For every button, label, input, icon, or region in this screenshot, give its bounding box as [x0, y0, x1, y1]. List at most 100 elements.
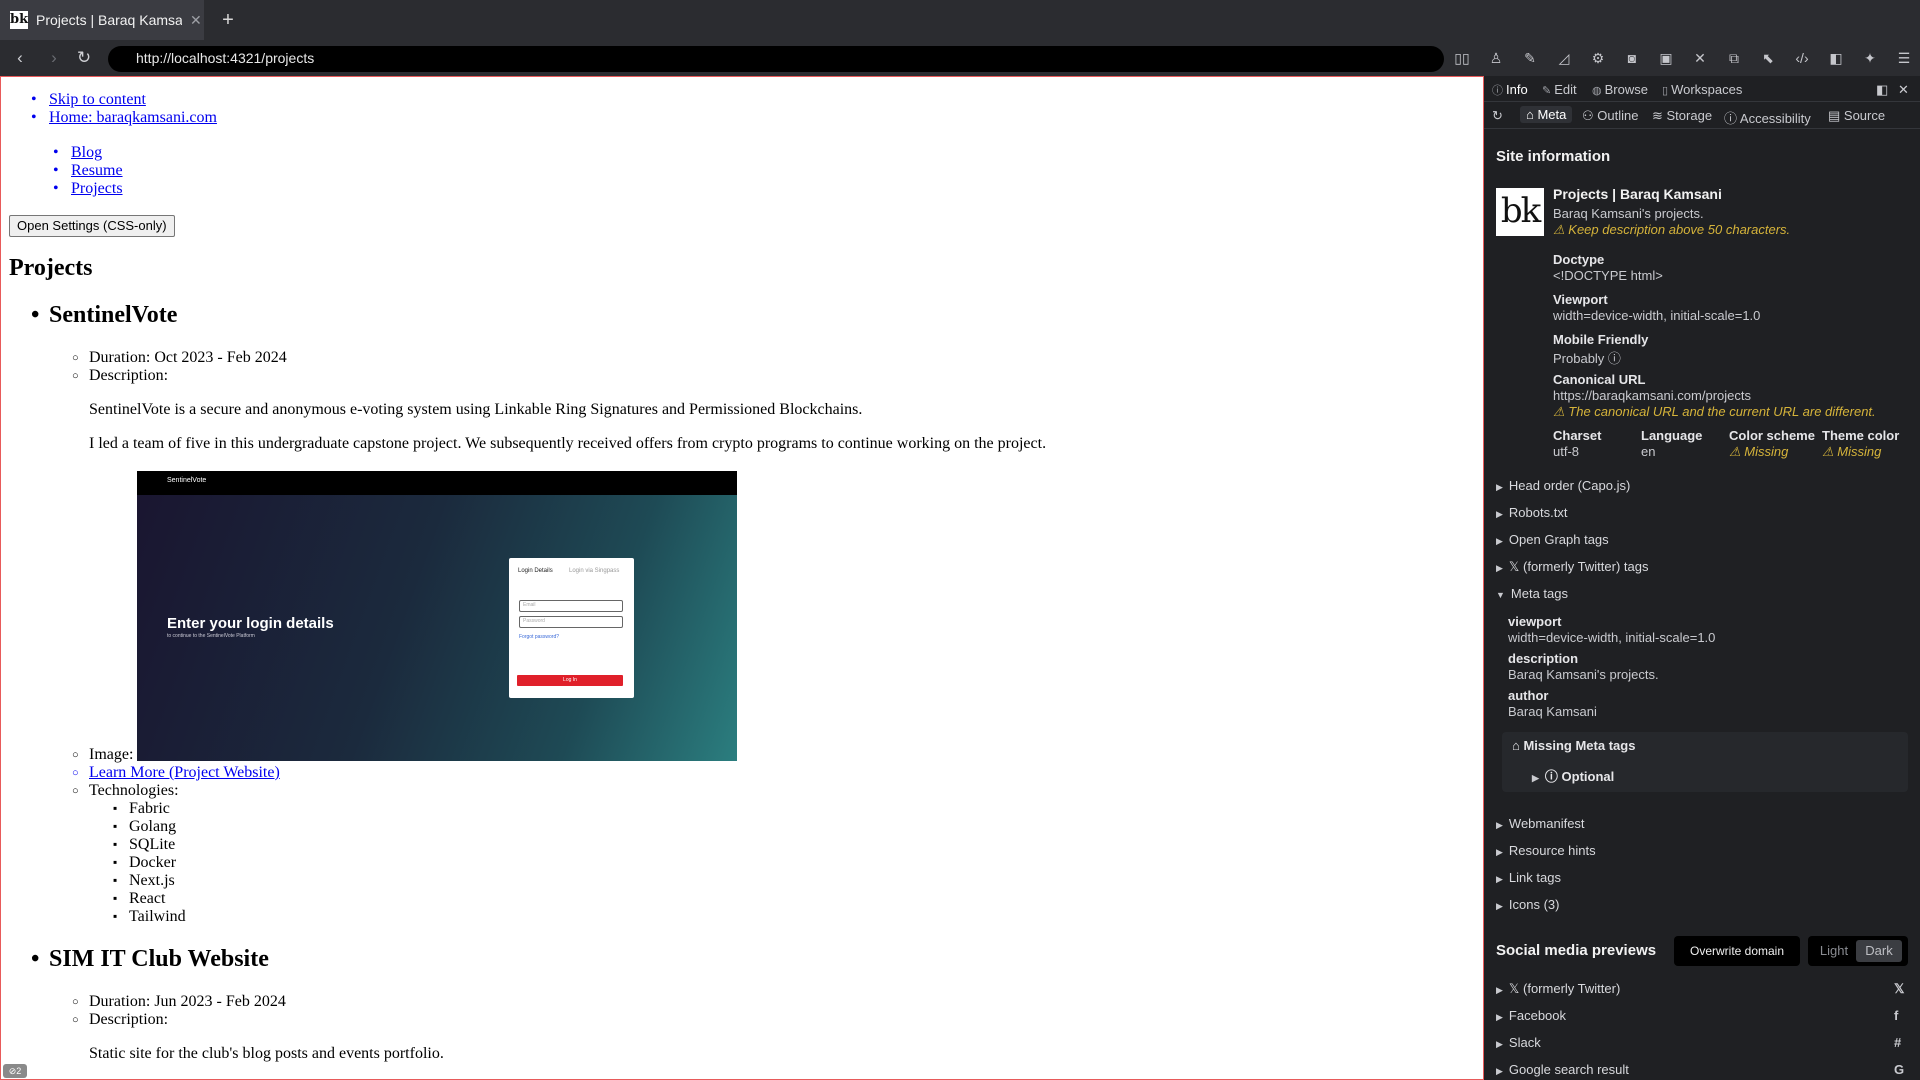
project-website-link[interactable]: Learn More (Project Website) — [72, 764, 280, 782]
image-topbar — [137, 471, 737, 495]
new-tab-button[interactable]: + — [214, 6, 242, 34]
mobile-friendly-text: Probably — [1553, 351, 1605, 366]
open-settings-button[interactable]: Open Settings (CSS-only) — [9, 215, 175, 237]
picker-icon[interactable]: ⬉ — [1756, 46, 1780, 70]
section-robots[interactable]: ▶ Robots.txt — [1496, 505, 1567, 520]
project-duration: Duration: Oct 2023 - Feb 2024 — [72, 349, 287, 367]
section-twitter-tags[interactable]: ▶ 𝕏 (formerly Twitter) tags — [1496, 559, 1648, 575]
social-google[interactable]: ▶ Google search result — [1496, 1062, 1629, 1077]
reload-button[interactable]: ↻ — [72, 46, 96, 70]
globe-icon: ◍ — [1592, 85, 1602, 97]
x-icon: 𝕏 — [1894, 981, 1905, 996]
code-icon[interactable]: ‹/› — [1790, 46, 1814, 70]
accessibility-icon: ⓘ — [1724, 111, 1740, 126]
theme-toggle: Light Dark — [1808, 936, 1908, 966]
optional-label: Optional — [1561, 769, 1615, 784]
social-slack[interactable]: ▶ Slack — [1496, 1035, 1541, 1050]
tab-browse[interactable]: ◍ Browse — [1592, 82, 1648, 97]
image-password-field: Password — [519, 616, 623, 628]
address-bar[interactable]: http://localhost:4321/projects — [108, 46, 1444, 72]
url-text[interactable]: http://localhost:4321/projects — [136, 50, 314, 66]
meta-tag-value: Baraq Kamsani — [1508, 704, 1597, 719]
technologies-label: Technologies: — [72, 782, 178, 800]
caret-right-icon: ▶ — [1496, 847, 1503, 857]
browser-tab[interactable]: bk Projects | Baraq Kamsani ✕ — [0, 0, 204, 40]
profile-icon[interactable]: ♙ — [1484, 46, 1508, 70]
sidebar-icon[interactable]: ◧ — [1824, 46, 1848, 70]
meta-tag-value: width=device-width, initial-scale=1.0 — [1508, 630, 1716, 645]
nav-resume-link[interactable]: Resume — [53, 162, 122, 180]
social-twitter[interactable]: ▶ 𝕏 (formerly Twitter) — [1496, 981, 1620, 997]
back-button[interactable]: ‹ — [8, 46, 32, 70]
section-head-order[interactable]: ▶ Head order (Capo.js) — [1496, 478, 1630, 493]
caret-right-icon: ▶ — [1496, 1039, 1503, 1049]
section-webmanifest[interactable]: ▶ Webmanifest — [1496, 816, 1585, 831]
reader-icon[interactable]: ▯▯ — [1450, 46, 1474, 70]
devices-icon[interactable]: ⧉ — [1722, 46, 1746, 70]
project-description-label: Description: — [72, 367, 168, 385]
skip-link[interactable]: Skip to content — [31, 91, 146, 109]
workspaces-icon: ▯ — [1662, 85, 1669, 97]
section-meta-tags[interactable]: ▼ Meta tags — [1496, 586, 1568, 601]
section-resource-hints[interactable]: ▶ Resource hints — [1496, 843, 1596, 858]
tools-icon[interactable]: ✕ — [1688, 46, 1712, 70]
subtab-accessibility[interactable]: ⓘ Accessibility — [1724, 108, 1811, 127]
social-facebook[interactable]: ▶ Facebook — [1496, 1008, 1566, 1023]
tab-browse-label: Browse — [1604, 82, 1648, 97]
chart-icon[interactable]: ◿ — [1552, 46, 1576, 70]
close-panel-icon[interactable]: ✕ — [1898, 82, 1909, 98]
caret-right-icon: ▶ — [1496, 874, 1503, 884]
settings-icon[interactable]: ☰ — [1892, 46, 1916, 70]
extensions-icon[interactable]: ✦ — [1858, 46, 1882, 70]
forward-button[interactable]: › — [42, 46, 66, 70]
dock-icon[interactable]: ◧ — [1876, 82, 1888, 98]
subtab-outline[interactable]: ⚇ Outline — [1582, 108, 1638, 124]
caret-right-icon: ▶ — [1496, 820, 1503, 830]
gear-icon[interactable]: ⚙ — [1586, 46, 1610, 70]
refresh-icon[interactable]: ↻ — [1492, 108, 1503, 124]
panel-subtabs: ↻ ⌂ Meta ⚇ Outline ≋ Storage ⓘ Accessibi… — [1484, 103, 1920, 129]
tab-edit[interactable]: ✎ Edit — [1542, 82, 1577, 97]
mobile-friendly-label: Mobile Friendly — [1553, 332, 1649, 347]
nav-projects-link[interactable]: Projects — [53, 180, 122, 198]
section-label: Robots.txt — [1508, 505, 1568, 520]
light-option[interactable]: Light — [1814, 940, 1854, 962]
section-link-tags[interactable]: ▶ Link tags — [1496, 870, 1561, 885]
section-open-graph[interactable]: ▶ Open Graph tags — [1496, 532, 1609, 547]
dark-option[interactable]: Dark — [1856, 940, 1902, 962]
charset-label: Charset — [1553, 428, 1602, 443]
section-label: Open Graph tags — [1508, 532, 1609, 547]
caret-right-icon: ▶ — [1496, 536, 1503, 546]
nav-blog-link[interactable]: Blog — [53, 144, 102, 162]
camera-icon[interactable]: ◙ — [1620, 46, 1644, 70]
themecolor-value: ⚠ Missing — [1822, 444, 1881, 460]
overwrite-domain-button[interactable]: Overwrite domain — [1674, 936, 1800, 966]
subtab-source[interactable]: ▤ Source — [1828, 108, 1885, 124]
description-warning-text: Keep description above 50 characters. — [1568, 222, 1791, 237]
image-forgot-link: Forgot password? — [519, 634, 560, 640]
home-link[interactable]: Home: baraqkamsani.com — [31, 109, 217, 127]
image-heading: Enter your login details — [167, 615, 334, 632]
error-count-badge[interactable]: ⊘2 — [3, 1064, 27, 1078]
section-icons[interactable]: ▶ Icons (3) — [1496, 897, 1560, 912]
site-logo: bk — [1496, 188, 1544, 236]
facebook-icon: f — [1894, 1008, 1899, 1023]
info-icon: ⓘ — [1544, 769, 1562, 784]
slack-icon: # — [1894, 1035, 1902, 1050]
technology-item: Docker — [113, 854, 176, 872]
close-tab-icon[interactable]: ✕ — [190, 12, 202, 29]
subtab-meta[interactable]: ⌂ Meta — [1520, 106, 1573, 123]
optional-toggle[interactable]: ▶ ⓘ Optional — [1532, 766, 1614, 785]
help-icon[interactable]: ⓘ — [1604, 351, 1621, 366]
caret-down-icon: ▼ — [1496, 590, 1505, 600]
tab-info[interactable]: ⓘ Info — [1492, 82, 1528, 98]
tab-workspaces[interactable]: ▯ Workspaces — [1662, 82, 1742, 97]
caret-right-icon: ▶ — [1496, 1012, 1503, 1022]
image-icon[interactable]: ▣ — [1654, 46, 1678, 70]
pen-icon[interactable]: ✎ — [1518, 46, 1542, 70]
subtab-storage[interactable]: ≋ Storage — [1652, 108, 1712, 124]
warning-icon: ⚠ — [1822, 444, 1838, 459]
pen-icon: ✎ — [1542, 85, 1552, 97]
google-icon: G — [1894, 1062, 1905, 1077]
image-card-tab: Login via Singpass — [569, 568, 620, 574]
